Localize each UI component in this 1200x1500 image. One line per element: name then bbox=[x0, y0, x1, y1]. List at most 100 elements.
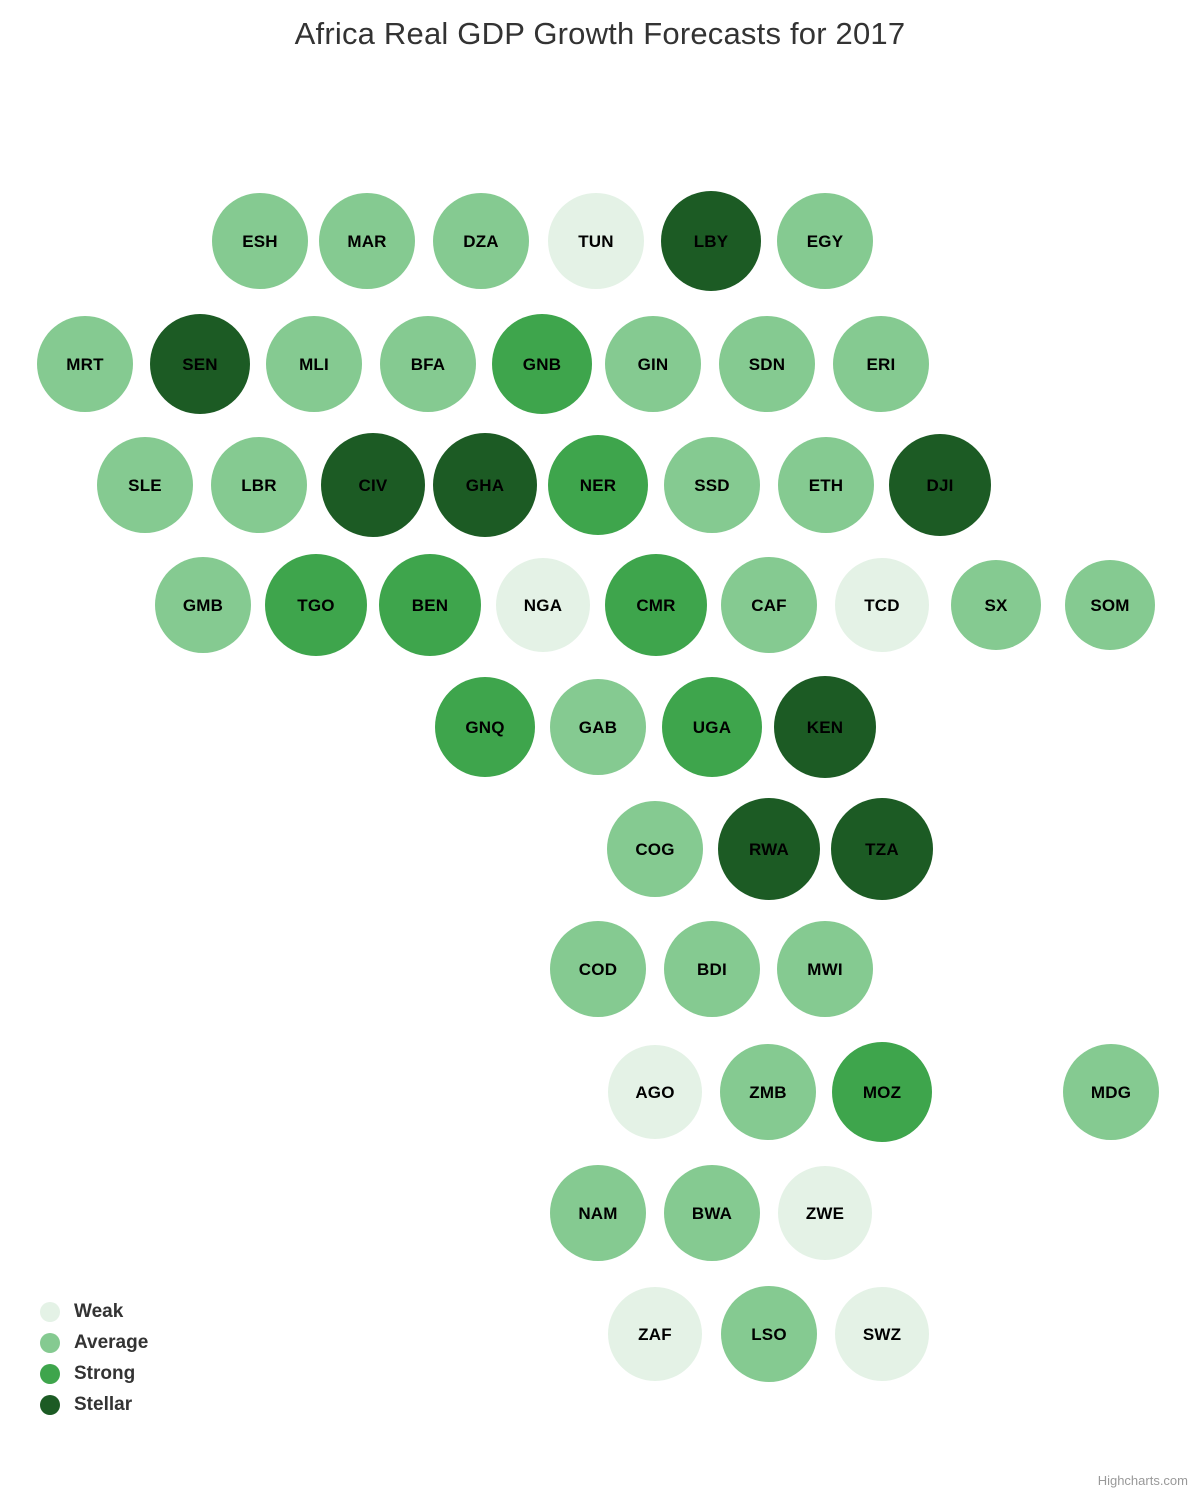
tilemap-point-zaf[interactable]: ZAF bbox=[608, 1287, 702, 1381]
legend-item-strong[interactable]: Strong bbox=[40, 1358, 148, 1389]
tilemap-point-bwa[interactable]: BWA bbox=[664, 1165, 760, 1261]
tilemap-point-label: MRT bbox=[66, 354, 104, 374]
tilemap-point-label: DJI bbox=[926, 475, 954, 495]
tilemap-point-label: GIN bbox=[637, 354, 669, 374]
tilemap-point-mli[interactable]: MLI bbox=[266, 316, 362, 412]
legend-item-label: Average bbox=[74, 1331, 149, 1353]
tilemap-point-label: GNQ bbox=[465, 717, 505, 737]
tilemap-point-bdi[interactable]: BDI bbox=[664, 921, 760, 1017]
tilemap-point-zmb[interactable]: ZMB bbox=[720, 1044, 816, 1140]
tilemap-point-tun[interactable]: TUN bbox=[548, 193, 644, 289]
tilemap-point-label: MWI bbox=[807, 959, 843, 979]
tilemap-point-label: ZMB bbox=[749, 1082, 787, 1102]
tilemap-point-gmb[interactable]: GMB bbox=[155, 557, 251, 653]
tilemap-point-label: KEN bbox=[806, 717, 844, 737]
tilemap-point-swz[interactable]: SWZ bbox=[835, 1287, 929, 1381]
tilemap-point-ssd[interactable]: SSD bbox=[664, 437, 760, 533]
tilemap-point-label: ETH bbox=[808, 475, 844, 495]
tilemap-point-tgo[interactable]: TGO bbox=[265, 554, 367, 656]
tilemap-point-cmr[interactable]: CMR bbox=[605, 554, 707, 656]
tilemap-point-rwa[interactable]: RWA bbox=[718, 798, 820, 900]
tilemap-point-label: LBY bbox=[693, 231, 729, 251]
tilemap-point-tza[interactable]: TZA bbox=[831, 798, 933, 900]
legend-item-weak[interactable]: Weak bbox=[40, 1296, 148, 1327]
tilemap-point-label: SLE bbox=[128, 475, 162, 495]
tilemap-point-label: ZWE bbox=[805, 1203, 845, 1223]
tilemap-point-tcd[interactable]: TCD bbox=[835, 558, 929, 652]
tilemap-point-ago[interactable]: AGO bbox=[608, 1045, 702, 1139]
tilemap-point-gnq[interactable]: GNQ bbox=[435, 677, 535, 777]
credits-label: Highcharts.com bbox=[1097, 1473, 1188, 1488]
tilemap-point-nga[interactable]: NGA bbox=[496, 558, 590, 652]
tilemap-point-label: UGA bbox=[692, 717, 732, 737]
tilemap-point-civ[interactable]: CIV bbox=[321, 433, 425, 537]
tilemap-point-label: MDG bbox=[1090, 1082, 1132, 1102]
tilemap-point-label: SWZ bbox=[862, 1324, 902, 1344]
tilemap-point-gab[interactable]: GAB bbox=[550, 679, 646, 775]
tilemap-point-label: MLI bbox=[299, 354, 329, 374]
tilemap-point-lso[interactable]: LSO bbox=[721, 1286, 817, 1382]
tilemap-point-sle[interactable]: SLE bbox=[97, 437, 193, 533]
tilemap-point-label: ESH bbox=[242, 231, 278, 251]
tilemap-point-moz[interactable]: MOZ bbox=[832, 1042, 932, 1142]
tilemap-point-dza[interactable]: DZA bbox=[433, 193, 529, 289]
tilemap-point-sx[interactable]: SX bbox=[951, 560, 1041, 650]
tilemap-point-label: SDN bbox=[748, 354, 786, 374]
tilemap-point-label: SEN bbox=[182, 354, 218, 374]
tilemap-point-label: GMB bbox=[182, 595, 224, 615]
tilemap-point-sdn[interactable]: SDN bbox=[719, 316, 815, 412]
tilemap-point-label: TZA bbox=[865, 839, 899, 859]
tilemap-point-eth[interactable]: ETH bbox=[778, 437, 874, 533]
tilemap-point-eri[interactable]: ERI bbox=[833, 316, 929, 412]
legend-item-stellar[interactable]: Stellar bbox=[40, 1389, 148, 1420]
tilemap-point-label: AGO bbox=[635, 1082, 675, 1102]
tilemap-point-label: NAM bbox=[578, 1203, 618, 1223]
tilemap-point-label: LSO bbox=[751, 1324, 787, 1344]
tilemap-point-nam[interactable]: NAM bbox=[550, 1165, 646, 1261]
legend-swatch-icon bbox=[40, 1301, 60, 1322]
tilemap-point-label: NER bbox=[579, 475, 617, 495]
tilemap-point-cog[interactable]: COG bbox=[607, 801, 703, 897]
tilemap-point-gnb[interactable]: GNB bbox=[492, 314, 592, 414]
africa-gdp-tilemap-chart: Africa Real GDP Growth Forecasts for 201… bbox=[0, 0, 1200, 1500]
tilemap-point-mar[interactable]: MAR bbox=[319, 193, 415, 289]
tilemap-point-ben[interactable]: BEN bbox=[379, 554, 481, 656]
tilemap-point-label: ZAF bbox=[638, 1324, 672, 1344]
tilemap-point-mrt[interactable]: MRT bbox=[37, 316, 133, 412]
tilemap-point-esh[interactable]: ESH bbox=[212, 193, 308, 289]
tilemap-point-mdg[interactable]: MDG bbox=[1063, 1044, 1159, 1140]
tilemap-point-gin[interactable]: GIN bbox=[605, 316, 701, 412]
tilemap-point-zwe[interactable]: ZWE bbox=[778, 1166, 872, 1260]
legend-item-label: Weak bbox=[74, 1300, 124, 1322]
tilemap-point-lby[interactable]: LBY bbox=[661, 191, 761, 291]
tilemap-point-label: LBR bbox=[241, 475, 277, 495]
tilemap-point-cod[interactable]: COD bbox=[550, 921, 646, 1017]
tilemap-point-label: MAR bbox=[347, 231, 387, 251]
tilemap-point-label: DZA bbox=[463, 231, 499, 251]
tilemap-point-label: ERI bbox=[866, 354, 896, 374]
tilemap-point-label: TGO bbox=[297, 595, 335, 615]
tilemap-point-uga[interactable]: UGA bbox=[662, 677, 762, 777]
legend-item-average[interactable]: Average bbox=[40, 1327, 148, 1358]
tilemap-plot-area: ESH MAR DZA TUN LBY EGY MRT SEN MLI BFA GNB GIN SDN E… bbox=[0, 0, 1200, 1500]
legend-item-label: Strong bbox=[74, 1362, 136, 1384]
tilemap-point-ken[interactable]: KEN bbox=[774, 676, 876, 778]
tilemap-point-ner[interactable]: NER bbox=[548, 435, 648, 535]
tilemap-point-mwi[interactable]: MWI bbox=[777, 921, 873, 1017]
tilemap-point-label: GNB bbox=[522, 354, 562, 374]
tilemap-point-label: TUN bbox=[578, 231, 614, 251]
tilemap-point-dji[interactable]: DJI bbox=[889, 434, 991, 536]
tilemap-point-gha[interactable]: GHA bbox=[433, 433, 537, 537]
chart-legend: Weak Average Strong Stellar bbox=[40, 1296, 148, 1420]
legend-swatch-icon bbox=[40, 1394, 60, 1415]
tilemap-point-bfa[interactable]: BFA bbox=[380, 316, 476, 412]
tilemap-point-lbr[interactable]: LBR bbox=[211, 437, 307, 533]
tilemap-point-sen[interactable]: SEN bbox=[150, 314, 250, 414]
tilemap-point-label: COG bbox=[635, 839, 675, 859]
tilemap-point-label: SX bbox=[984, 595, 1008, 615]
tilemap-point-egy[interactable]: EGY bbox=[777, 193, 873, 289]
tilemap-point-som[interactable]: SOM bbox=[1065, 560, 1155, 650]
tilemap-point-label: GAB bbox=[578, 717, 618, 737]
legend-swatch-icon bbox=[40, 1332, 60, 1353]
tilemap-point-caf[interactable]: CAF bbox=[721, 557, 817, 653]
